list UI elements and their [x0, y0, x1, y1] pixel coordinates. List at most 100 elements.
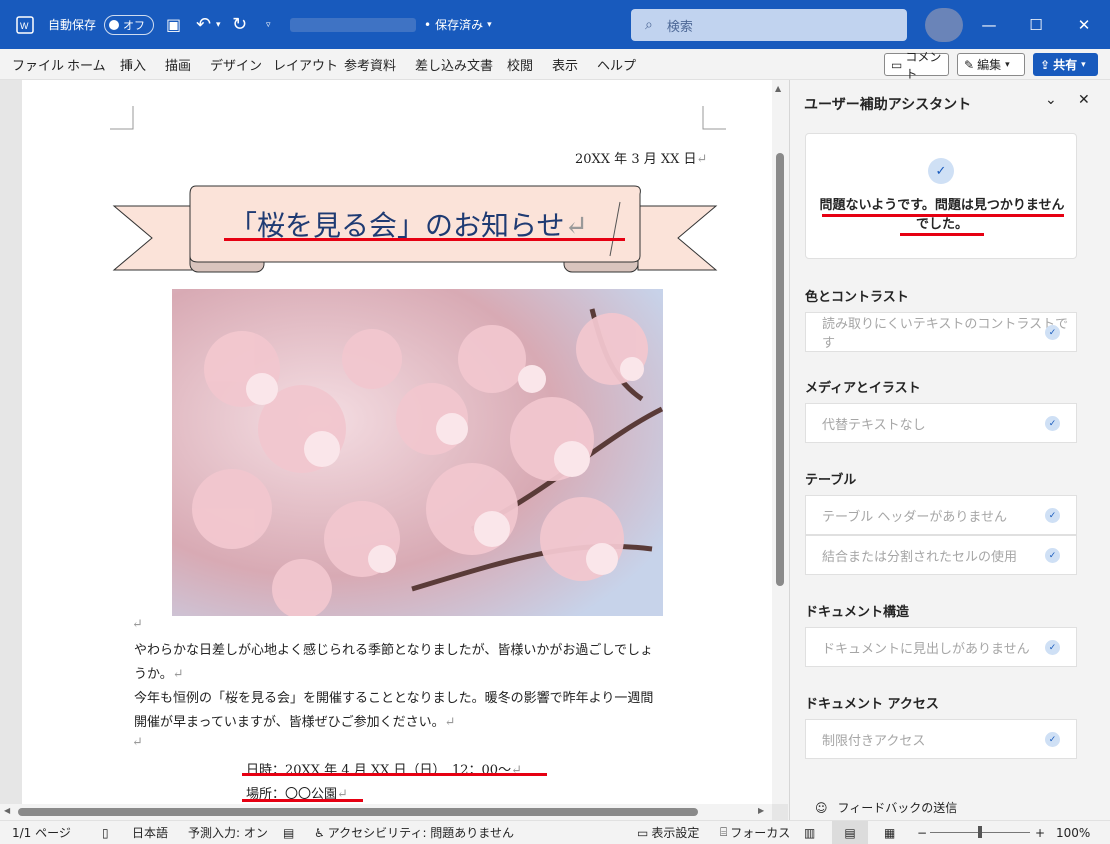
chevron-down-icon: ▾ — [1081, 59, 1086, 70]
tab-review[interactable]: 校閲 — [507, 49, 533, 80]
print-layout-icon[interactable]: ▤ — [832, 821, 868, 844]
horizontal-scrollbar[interactable]: ◀ ▶ — [0, 804, 772, 820]
word-count-book-icon[interactable]: ▯ — [102, 821, 109, 844]
check-item-alt-text[interactable]: 代替テキストなし ✓ — [805, 403, 1077, 443]
redo-icon[interactable]: ↻ — [232, 0, 247, 49]
tab-design[interactable]: デザイン — [210, 49, 262, 80]
zoom-level[interactable]: 100% — [1056, 821, 1090, 844]
focus-icon: ⌸ — [720, 825, 728, 839]
crop-mark-left — [110, 106, 134, 130]
zoom-out-icon[interactable]: − — [917, 821, 927, 844]
check-item-headings[interactable]: ドキュメントに見出しがありません ✓ — [805, 627, 1077, 667]
section-media: メディアとイラスト — [805, 381, 921, 396]
scroll-right-icon[interactable]: ▶ — [758, 806, 764, 815]
pane-close-icon[interactable]: ✕ — [1078, 92, 1090, 108]
display-settings-icon: ▭ — [637, 825, 649, 840]
document-area: 20XX 年 3 月 XX 日↵ 「桜を見る会」のお知らせ↵ ↵ やわらかな日差… — [0, 80, 788, 820]
comment-button[interactable]: ▭ コメント — [884, 50, 949, 81]
avatar[interactable] — [925, 8, 963, 42]
undo-dropdown-icon[interactable]: ▾ — [216, 0, 221, 49]
svg-text:W: W — [20, 21, 29, 31]
word-icon[interactable]: W — [14, 0, 36, 49]
minimize-icon[interactable]: — — [966, 0, 1012, 49]
zoom-slider-thumb[interactable] — [978, 826, 982, 838]
predictive-input[interactable]: 予測入力: オン — [188, 821, 268, 844]
autosave-toggle[interactable]: オフ — [104, 0, 154, 49]
maximize-icon[interactable]: ☐ — [1013, 0, 1059, 49]
paragraph-1-line-2: うか。↵ — [134, 667, 184, 682]
pencil-icon: ✎ — [964, 57, 975, 72]
display-settings-button[interactable]: ▭ 表示設定 — [637, 821, 699, 844]
check-icon: ✓ — [1045, 548, 1060, 563]
check-item-contrast[interactable]: 読み取りにくいテキストのコントラストです ✓ — [805, 312, 1077, 352]
focus-button[interactable]: ⌸ フォーカス — [720, 821, 790, 844]
check-icon: ✓ — [1045, 732, 1060, 747]
tab-mailings[interactable]: 差し込み文書 — [415, 49, 493, 80]
check-item-restricted-access[interactable]: 制限付きアクセス ✓ — [805, 719, 1077, 759]
language-indicator[interactable]: 日本語 — [132, 821, 168, 844]
page-indicator[interactable]: 1/1 ページ — [12, 821, 71, 844]
zoom-in-icon[interactable]: + — [1035, 821, 1045, 844]
undo-icon[interactable]: ↶ — [196, 0, 211, 49]
check-item-table-header[interactable]: テーブル ヘッダーがありません ✓ — [805, 495, 1077, 535]
success-check-icon: ✓ — [928, 158, 954, 184]
pane-collapse-chevron-icon[interactable]: ⌄ — [1045, 92, 1057, 108]
ok-annotation-underline-1 — [822, 214, 1064, 217]
autosave-label: 自動保存 — [48, 18, 97, 32]
tab-home[interactable]: ホーム — [67, 49, 106, 80]
search-icon: ⌕ — [645, 17, 653, 33]
horizontal-scroll-thumb[interactable] — [18, 808, 698, 816]
empty-paragraph-mark-2: ↵ — [132, 735, 143, 750]
feedback-link[interactable]: ☺ フィードバックの送信 — [815, 799, 957, 816]
empty-paragraph-mark: ↵ — [132, 617, 143, 632]
vertical-scrollbar[interactable]: ▲ — [772, 80, 788, 804]
accessibility-status[interactable]: ♿ アクセシビリティ: 問題ありません — [314, 821, 514, 844]
document-page[interactable]: 20XX 年 3 月 XX 日↵ 「桜を見る会」のお知らせ↵ ↵ やわらかな日差… — [22, 80, 772, 820]
read-mode-icon[interactable]: ▥ — [804, 821, 815, 844]
feedback-icon: ☺ — [815, 800, 828, 815]
check-icon: ✓ — [1045, 325, 1060, 340]
web-layout-icon[interactable]: ▦ — [884, 821, 895, 844]
section-color-contrast: 色とコントラスト — [805, 290, 909, 305]
check-icon: ✓ — [1045, 416, 1060, 431]
datetime-annotation-underline — [242, 773, 547, 776]
cherry-blossom-image[interactable] — [172, 289, 663, 616]
section-tables: テーブル — [805, 473, 857, 488]
scroll-up-icon[interactable]: ▲ — [775, 84, 781, 93]
check-item-merged-cells[interactable]: 結合または分割されたセルの使用 ✓ — [805, 535, 1077, 575]
search-placeholder: 検索 — [666, 19, 693, 35]
customize-qat-icon[interactable]: ▿ — [266, 0, 271, 49]
close-icon[interactable]: ✕ — [1061, 0, 1107, 49]
share-button[interactable]: ⇪ 共有 ▾ — [1033, 53, 1098, 76]
tab-help[interactable]: ヘルプ — [597, 49, 636, 80]
track-changes-icon[interactable]: ▤ — [283, 821, 294, 844]
paragraph-2-line-1: 今年も恒例の「桜を見る会」を開催することとなりました。暖冬の影響で昨年より一週間 — [134, 691, 654, 706]
tab-draw[interactable]: 描画 — [165, 49, 191, 80]
save-status[interactable]: • 保存済み ▾ — [424, 0, 492, 49]
tab-layout[interactable]: レイアウト — [273, 49, 338, 80]
status-bar: 1/1 ページ ▯ 日本語 予測入力: オン ▤ ♿ アクセシビリティ: 問題あり… — [0, 820, 1110, 844]
search-box[interactable]: ⌕ 検索 — [631, 9, 907, 41]
save-icon[interactable]: ▣ — [166, 0, 181, 49]
tab-references[interactable]: 参考資料 — [344, 49, 396, 80]
place-annotation-underline — [242, 799, 363, 802]
vertical-scroll-thumb[interactable] — [776, 153, 784, 586]
tab-insert[interactable]: 挿入 — [120, 49, 146, 80]
edit-mode-button[interactable]: ✎ 編集 ▾ — [957, 53, 1025, 76]
autosave-state: オフ — [123, 18, 145, 32]
status-chevron-icon: ▾ — [487, 19, 492, 30]
pane-title: ユーザー補助アシスタント — [804, 97, 972, 113]
tab-view[interactable]: 表示 — [552, 49, 578, 80]
zoom-slider[interactable] — [930, 821, 1030, 844]
title-annotation-underline — [224, 238, 625, 241]
share-icon: ⇪ — [1040, 57, 1051, 72]
crop-mark-right — [702, 106, 726, 130]
check-icon: ✓ — [1045, 640, 1060, 655]
paragraph-2-line-2: 開催が早まっていますが、皆様ぜひご参加ください。↵ — [134, 715, 456, 730]
ribbon: ファイル ホーム 挿入 描画 デザイン レイアウト 参考資料 差し込み文書 校閲… — [0, 49, 1110, 81]
check-icon: ✓ — [1045, 508, 1060, 523]
section-document-access: ドキュメント アクセス — [805, 697, 939, 712]
scroll-left-icon[interactable]: ◀ — [4, 806, 10, 815]
tab-file[interactable]: ファイル — [12, 49, 64, 80]
document-name-blurred[interactable] — [290, 0, 416, 49]
